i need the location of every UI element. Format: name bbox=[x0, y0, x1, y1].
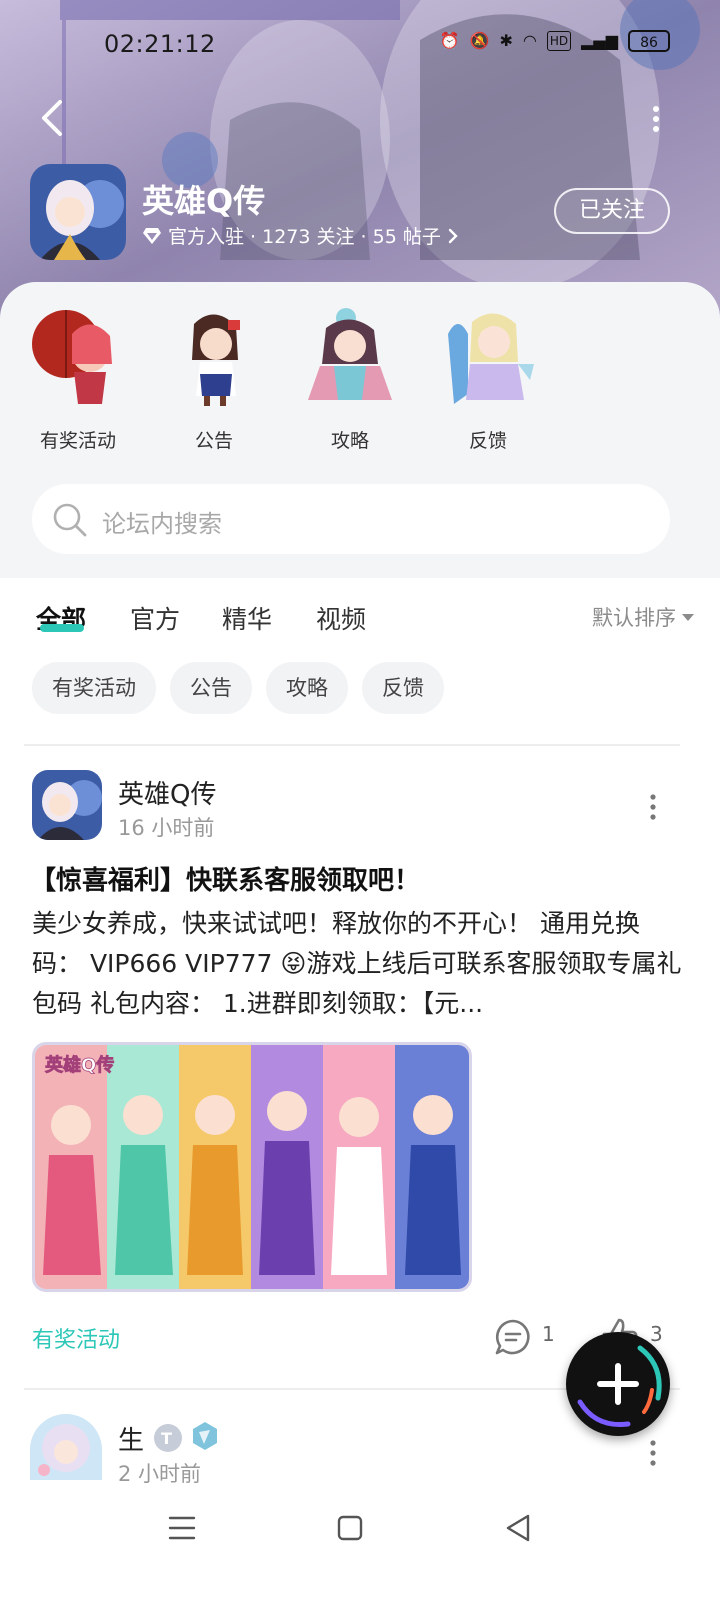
category-announcement[interactable]: 公告 bbox=[154, 304, 274, 453]
comment-icon[interactable] bbox=[494, 1318, 532, 1356]
back-icon[interactable] bbox=[34, 96, 74, 140]
tab-official[interactable]: 官方 bbox=[130, 600, 180, 636]
tab-featured[interactable]: 精华 bbox=[222, 600, 272, 636]
category-card: 有奖活动 公告 攻略 反馈 论坛内搜索 bbox=[0, 282, 720, 578]
search-input[interactable]: 论坛内搜索 bbox=[102, 504, 222, 539]
status-bar: 02:21:12 ⏰ 🔕 ✱ ◠ HD ▂▄▆ 86 bbox=[0, 0, 720, 90]
feedback-icon bbox=[448, 313, 534, 404]
category-reward-activity[interactable]: 有奖活动 bbox=[18, 304, 138, 453]
tab-video[interactable]: 视频 bbox=[316, 600, 366, 636]
forum-header: 02:21:12 ⏰ 🔕 ✱ ◠ HD ▂▄▆ 86 英雄Q传 官方入驻 · 1… bbox=[0, 0, 720, 330]
svg-text:T: T bbox=[161, 1429, 172, 1448]
category-feedback[interactable]: 反馈 bbox=[428, 304, 548, 453]
signal-5g-icon: ▂▄▆ bbox=[581, 31, 618, 50]
system-navigation-bar bbox=[0, 1484, 720, 1608]
post-author-name[interactable]: 英雄Q传 bbox=[118, 774, 216, 811]
category-label: 公告 bbox=[194, 430, 233, 452]
post-author-avatar[interactable] bbox=[32, 770, 102, 840]
bluetooth-icon: ✱ bbox=[499, 31, 513, 50]
post-title[interactable]: 【惊喜福利】快联系客服领取吧！ bbox=[30, 860, 420, 897]
sort-label: 默认排序 bbox=[592, 606, 676, 630]
alarm-icon: ⏰ bbox=[439, 31, 460, 50]
forum-meta-text: 官方入驻 · 1273 关注 · 55 帖子 bbox=[168, 226, 441, 248]
mute-icon: 🔕 bbox=[469, 31, 490, 50]
chip-feedback[interactable]: 反馈 bbox=[362, 662, 444, 714]
forum-meta[interactable]: 官方入驻 · 1273 关注 · 55 帖子 bbox=[142, 222, 459, 249]
reward-activity-icon bbox=[32, 310, 112, 404]
home-icon[interactable] bbox=[330, 1508, 370, 1548]
search-bar[interactable]: 论坛内搜索 bbox=[32, 484, 670, 554]
forum-title: 英雄Q传 bbox=[142, 182, 266, 220]
status-time: 02:21:12 bbox=[104, 30, 216, 58]
announcement-icon bbox=[192, 314, 240, 406]
game-logo[interactable] bbox=[30, 164, 126, 260]
plus-icon bbox=[597, 1363, 639, 1405]
post-more-icon[interactable] bbox=[646, 1438, 660, 1468]
post-time: 16 小时前 bbox=[118, 816, 215, 840]
comment-count: 1 bbox=[542, 1322, 555, 1346]
topic-chips: 有奖活动 公告 攻略 反馈 bbox=[32, 662, 444, 714]
post-body[interactable]: 美少女养成，快来试试吧！释放你的不开心！ 通用兑换码： VIP666 VIP77… bbox=[32, 904, 682, 1024]
create-post-button[interactable] bbox=[566, 1332, 670, 1436]
post-more-icon[interactable] bbox=[646, 792, 660, 822]
menu-icon[interactable] bbox=[162, 1508, 202, 1548]
more-vertical-icon[interactable] bbox=[648, 104, 664, 134]
follow-button[interactable]: 已关注 bbox=[554, 188, 670, 234]
post-author-avatar[interactable] bbox=[30, 1414, 102, 1480]
diamond-icon bbox=[143, 227, 161, 244]
divider bbox=[24, 744, 680, 746]
level-badge-icon: T bbox=[154, 1424, 182, 1452]
status-icons: ⏰ 🔕 ✱ ◠ HD ▂▄▆ 86 bbox=[440, 30, 670, 52]
caret-down-icon bbox=[682, 613, 694, 621]
guide-icon bbox=[308, 308, 392, 400]
wifi-icon: ◠ bbox=[522, 31, 537, 50]
chip-reward-activity[interactable]: 有奖活动 bbox=[32, 662, 156, 714]
post-image[interactable]: 英雄Q传 bbox=[32, 1042, 472, 1292]
post-topic-tag[interactable]: 有奖活动 bbox=[32, 1322, 120, 1354]
hd-icon: HD bbox=[546, 31, 572, 51]
active-tab-indicator bbox=[40, 624, 84, 632]
post-image-art: 英雄Q传 bbox=[35, 1045, 469, 1289]
back-triangle-icon[interactable] bbox=[498, 1508, 538, 1548]
search-icon bbox=[53, 503, 87, 537]
category-guide[interactable]: 攻略 bbox=[290, 304, 410, 453]
chip-guide[interactable]: 攻略 bbox=[266, 662, 348, 714]
post-author-name[interactable]: 生 bbox=[118, 1420, 144, 1457]
sort-dropdown[interactable]: 默认排序 bbox=[592, 602, 694, 632]
category-label: 攻略 bbox=[330, 430, 369, 452]
category-label: 有奖活动 bbox=[39, 430, 116, 452]
battery-icon: 86 bbox=[628, 30, 670, 52]
medal-badge-icon bbox=[193, 1422, 217, 1450]
category-label: 反馈 bbox=[468, 430, 507, 452]
chevron-right-icon bbox=[448, 228, 458, 243]
post-image-caption: 英雄Q传 bbox=[44, 1054, 114, 1076]
chip-announcement[interactable]: 公告 bbox=[170, 662, 252, 714]
